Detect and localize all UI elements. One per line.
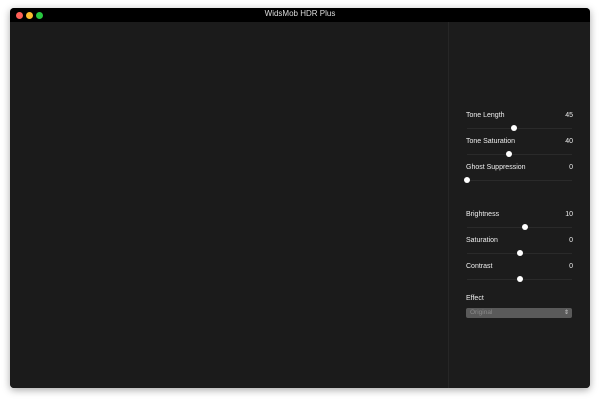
tone-saturation-slider-thumb[interactable] [506, 151, 512, 157]
saturation-value: 0 [569, 237, 573, 244]
chevron-updown-icon: ⇕ [563, 310, 569, 316]
window-title: WidsMob HDR Plus [264, 9, 336, 18]
brightness-slider-thumb[interactable] [521, 224, 528, 230]
brightness-label: Brightness [466, 211, 500, 218]
tone-saturation-label: Tone Saturation [466, 138, 516, 145]
adjustments-panel: Effect Original ⇕ Tone Length 45 Tone Satu… [448, 22, 590, 388]
ghost-suppression-label: Ghost Suppression [466, 164, 526, 171]
tone-saturation-value: 40 [565, 138, 573, 145]
saturation-slider[interactable] [467, 250, 572, 256]
contrast-value: 0 [569, 263, 573, 270]
tone-saturation-slider[interactable] [467, 151, 572, 157]
contrast-slider-thumb[interactable] [516, 276, 523, 282]
title-bar: WidsMob HDR Plus [10, 8, 590, 22]
app-window: WidsMob HDR Plus Effect Original ⇕ Tone … [10, 8, 590, 388]
ghost-suppression-value: 0 [569, 164, 573, 171]
tone-length-label: Tone Length [466, 112, 505, 119]
brightness-value: 10 [565, 211, 573, 218]
effect-select[interactable]: Original ⇕ [466, 308, 572, 318]
tone-length-value: 45 [565, 112, 573, 119]
contrast-slider[interactable] [467, 276, 572, 282]
ghost-suppression-slider-thumb[interactable] [464, 177, 470, 183]
brightness-slider[interactable] [467, 224, 572, 230]
image-canvas[interactable] [10, 22, 448, 388]
tone-length-slider[interactable] [467, 125, 572, 131]
tone-length-slider-thumb[interactable] [511, 125, 518, 131]
effect-label: Effect [466, 295, 484, 302]
contrast-label: Contrast [466, 263, 493, 270]
effect-selected: Original [470, 309, 493, 316]
saturation-slider-thumb[interactable] [516, 250, 523, 256]
saturation-label: Saturation [466, 237, 498, 244]
ghost-suppression-slider[interactable] [464, 177, 572, 183]
